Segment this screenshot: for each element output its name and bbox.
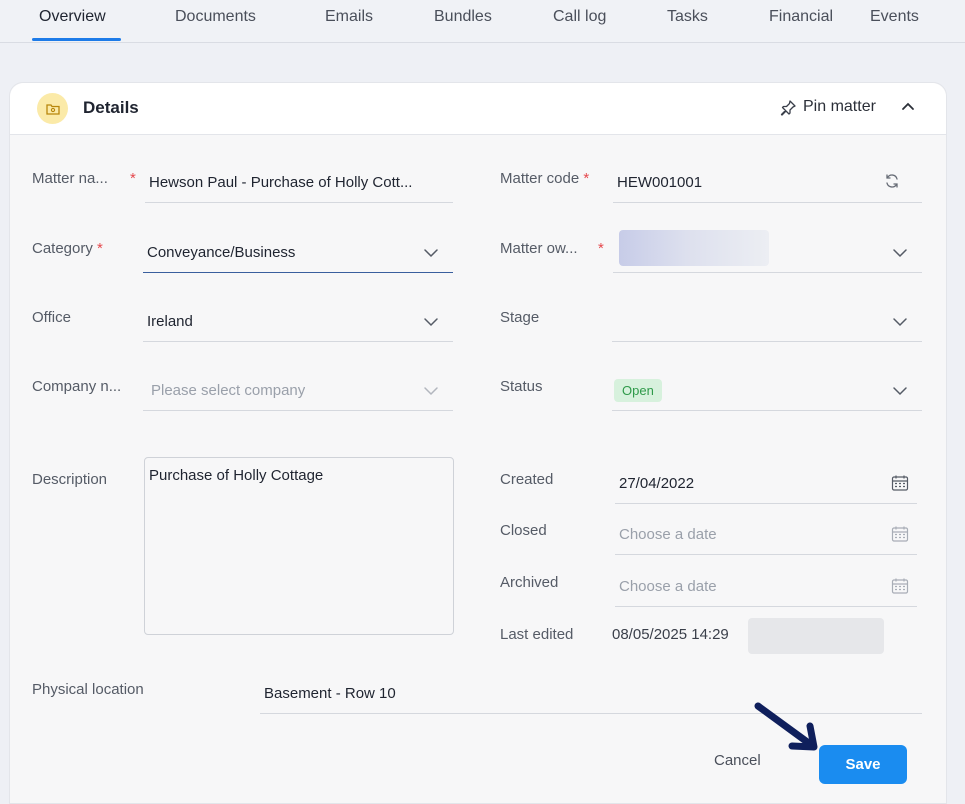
created-date-field[interactable]: 27/04/2022	[615, 465, 917, 504]
archived-label: Archived	[500, 574, 559, 591]
pin-matter-label: Pin matter	[803, 98, 876, 115]
required-mark: *	[130, 170, 136, 187]
calendar-icon[interactable]	[891, 474, 909, 492]
last-edited-user-avatar	[748, 618, 884, 654]
active-tab-indicator	[32, 38, 121, 41]
tab-tasks[interactable]: Tasks	[667, 8, 708, 26]
folder-icon	[37, 93, 68, 124]
save-button[interactable]: Save	[819, 745, 907, 784]
matter-name-field[interactable]: Hewson Paul - Purchase of Holly Cott...	[145, 164, 453, 203]
tab-emails[interactable]: Emails	[325, 8, 373, 26]
matter-owner-select[interactable]	[613, 230, 922, 273]
matter-owner-label: Matter ow...	[500, 240, 578, 257]
arrow-pointer-icon	[754, 702, 818, 751]
tab-overview[interactable]: Overview	[39, 8, 106, 26]
physical-location-label: Physical location	[32, 681, 144, 698]
last-edited-label: Last edited	[500, 626, 574, 643]
chevron-down-icon	[424, 318, 438, 327]
stage-label: Stage	[500, 309, 540, 326]
status-label: Status	[500, 378, 543, 395]
tab-bundles[interactable]: Bundles	[434, 8, 492, 26]
closed-date-field[interactable]: Choose a date	[615, 516, 917, 555]
chevron-down-icon	[893, 318, 907, 327]
tab-bar: Overview Documents Emails Bundles Call l…	[0, 0, 965, 43]
description-label: Description	[32, 471, 108, 488]
avatar	[619, 230, 769, 266]
chevron-down-icon	[424, 387, 438, 396]
tab-events[interactable]: Events	[870, 8, 919, 26]
required-mark: *	[598, 240, 604, 257]
matter-code-field[interactable]: HEW001001	[613, 164, 922, 203]
refresh-icon[interactable]	[884, 173, 900, 189]
matter-name-label: Matter na...	[32, 170, 108, 187]
details-title: Details	[83, 98, 139, 117]
tab-call-log[interactable]: Call log	[553, 8, 606, 26]
tab-documents[interactable]: Documents	[175, 8, 256, 26]
pin-matter-button[interactable]: Pin matter	[780, 98, 876, 116]
tab-financial[interactable]: Financial	[769, 8, 833, 26]
calendar-icon[interactable]	[891, 525, 909, 543]
details-header: Details Pin matter	[10, 83, 946, 135]
archived-date-field[interactable]: Choose a date	[615, 568, 917, 607]
office-select[interactable]: Ireland	[143, 303, 453, 342]
chevron-down-icon	[893, 387, 907, 396]
status-select[interactable]: Open	[612, 372, 922, 411]
save-label: Save	[845, 756, 881, 773]
chevron-down-icon	[893, 249, 907, 258]
calendar-icon[interactable]	[891, 577, 909, 595]
closed-label: Closed	[500, 522, 547, 539]
company-label: Company n...	[32, 378, 122, 395]
matter-code-label: Matter code *	[500, 170, 590, 187]
last-edited-value: 08/05/2025 14:29	[612, 626, 729, 643]
category-select[interactable]: Conveyance/Business	[143, 234, 453, 273]
status-badge: Open	[614, 379, 662, 402]
pin-icon	[780, 99, 796, 116]
description-textarea[interactable]: Purchase of Holly Cottage	[144, 457, 454, 635]
office-label: Office	[32, 309, 71, 326]
chevron-down-icon	[424, 249, 438, 258]
created-label: Created	[500, 471, 554, 488]
category-label: Category *	[32, 240, 103, 257]
stage-select[interactable]	[612, 303, 922, 342]
chevron-up-icon[interactable]	[900, 98, 916, 119]
company-select[interactable]: Please select company	[143, 372, 453, 411]
physical-location-field[interactable]: Basement - Row 10	[260, 675, 922, 714]
